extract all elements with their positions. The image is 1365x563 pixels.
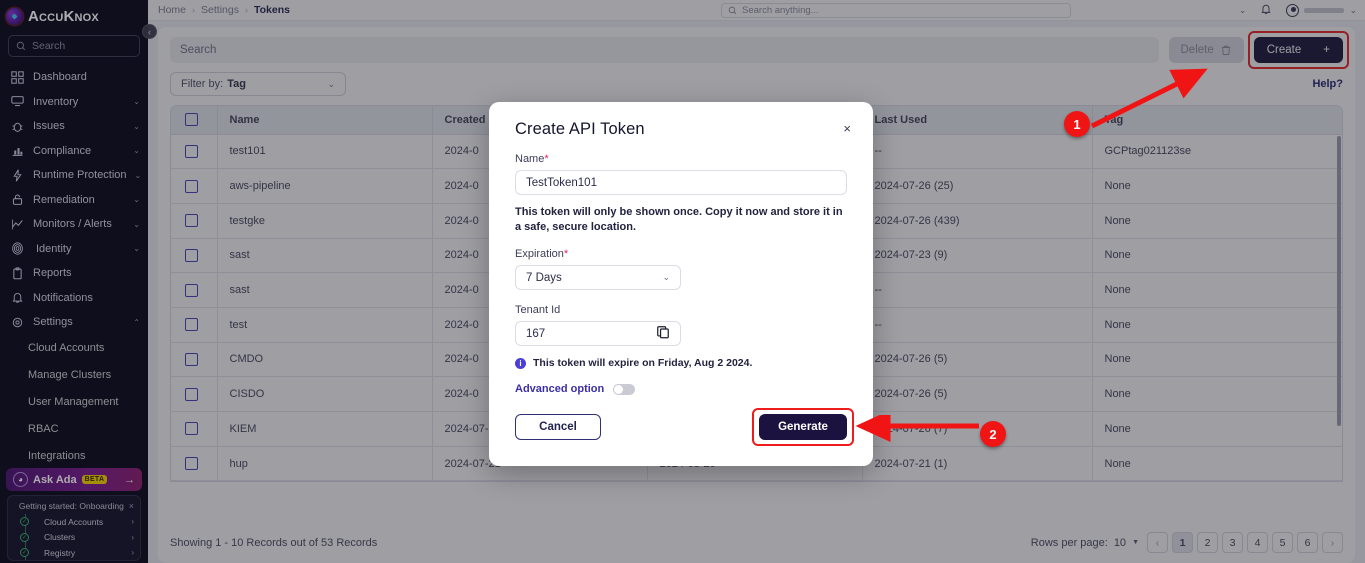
name-input[interactable]: TestToken101 xyxy=(515,170,847,195)
tenant-id-value: 167 xyxy=(526,327,546,340)
close-icon[interactable]: × xyxy=(843,121,851,136)
name-field-label: Name* xyxy=(515,153,847,165)
advanced-option-label: Advanced option xyxy=(515,383,605,395)
name-label-text: Name xyxy=(515,153,545,165)
annotation-badge-1: 1 xyxy=(1064,111,1090,137)
tenant-field-label: Tenant Id xyxy=(515,304,561,316)
generate-button-wrapper: Generate xyxy=(752,408,854,446)
cancel-button[interactable]: Cancel xyxy=(515,414,601,440)
copy-icon[interactable] xyxy=(656,325,670,342)
required-asterisk: * xyxy=(544,153,549,165)
required-asterisk: * xyxy=(563,248,569,260)
expiration-label-text: Expiration xyxy=(515,248,564,260)
expiration-select[interactable]: 7 Days ⌄ xyxy=(515,265,681,290)
expiration-value: 7 Days xyxy=(526,271,562,284)
advanced-option-toggle[interactable] xyxy=(613,383,636,395)
modal-actions: Cancel Generate xyxy=(515,408,854,446)
modal-scrim-sidebar xyxy=(0,0,148,563)
app-root: AccuKnox Search Dashboard Inventory ⌄ Is… xyxy=(0,0,1365,563)
annotation-badge-2: 2 xyxy=(980,421,1006,447)
annotation-arrow-2 xyxy=(855,415,979,443)
expiration-field-label: Expiration* xyxy=(515,248,847,260)
create-api-token-modal: Create API Token × Name* TestToken101 Th… xyxy=(489,102,873,466)
tenant-id-input[interactable]: 167 xyxy=(515,321,681,346)
generate-button[interactable]: Generate xyxy=(759,414,847,440)
name-input-value: TestToken101 xyxy=(526,176,597,189)
expiry-info-text: This token will expire on Friday, Aug 2 … xyxy=(533,357,753,369)
modal-title: Create API Token xyxy=(515,120,645,138)
advanced-option-row: Advanced option xyxy=(515,383,847,395)
info-icon: i xyxy=(515,357,526,369)
token-shown-once-note: This token will only be shown once. Copy… xyxy=(515,206,843,233)
annotation-arrow-1 xyxy=(1090,68,1208,129)
chevron-down-icon: ⌄ xyxy=(662,272,670,282)
expiry-info: i This token will expire on Friday, Aug … xyxy=(515,357,847,369)
